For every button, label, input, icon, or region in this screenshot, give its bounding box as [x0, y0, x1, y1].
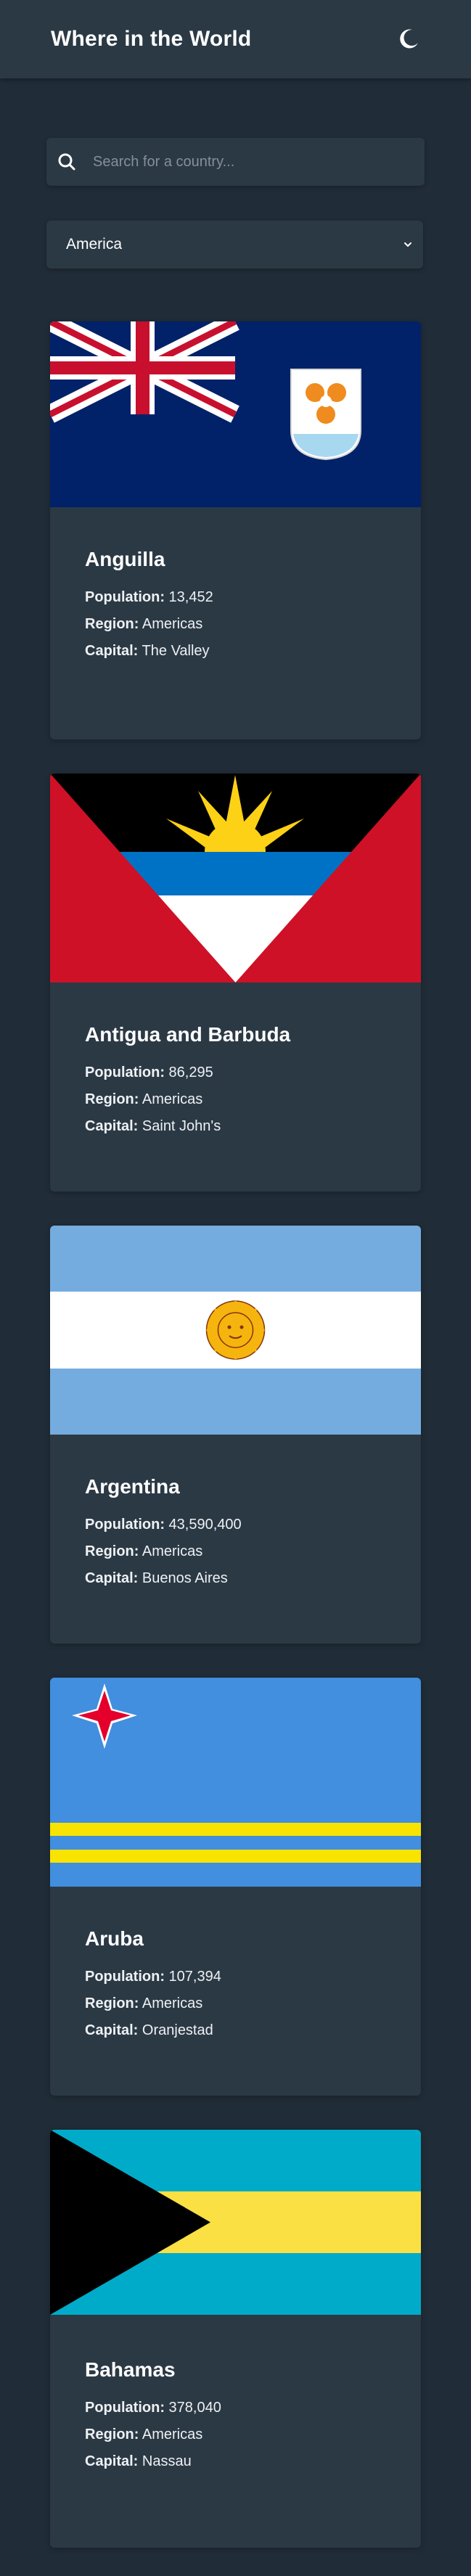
capital-row: Capital: Oranjestad: [85, 2017, 386, 2044]
region-label: Region:: [85, 1543, 139, 1559]
capital-row: Capital: Buenos Aires: [85, 1565, 386, 1592]
country-name: Aruba: [85, 1927, 144, 1950]
population-value: 86,295: [168, 1065, 213, 1080]
population-row: Population: 13,452: [85, 584, 386, 611]
capital-value: Nassau: [142, 2453, 192, 2469]
card-body: Bahamas Population: 378,040 Region: Amer…: [50, 2315, 421, 2475]
card-body: Antigua and Barbuda Population: 86,295 R…: [50, 983, 421, 1140]
population-label: Population:: [85, 1969, 165, 1985]
search-icon: [58, 153, 75, 171]
region-filter-value: America: [66, 236, 123, 253]
population-label: Population:: [85, 589, 165, 605]
population-row: Population: 86,295: [85, 1059, 386, 1086]
country-name: Argentina: [85, 1475, 180, 1498]
population-value: 378,040: [168, 2400, 221, 2416]
capital-value: Oranjestad: [142, 2022, 213, 2038]
capital-label: Capital:: [85, 1570, 139, 1586]
country-card[interactable]: Anguilla Population: 13,452 Region: Amer…: [50, 321, 421, 739]
region-label: Region:: [85, 1995, 139, 2011]
capital-row: Capital: Saint John's: [85, 1113, 386, 1140]
flag-aruba: [50, 1678, 421, 1887]
flag-argentina: [50, 1226, 421, 1435]
card-body: Argentina Population: 43,590,400 Region:…: [50, 1435, 421, 1592]
country-card[interactable]: Antigua and Barbuda Population: 86,295 R…: [50, 774, 421, 1191]
capital-label: Capital:: [85, 1118, 139, 1134]
capital-label: Capital:: [85, 643, 139, 659]
region-label: Region:: [85, 1091, 139, 1107]
region-value: Americas: [142, 616, 203, 632]
region-value: Americas: [142, 1995, 203, 2011]
search-bar[interactable]: [46, 138, 425, 186]
region-value: Americas: [142, 2427, 203, 2442]
region-label: Region:: [85, 2427, 139, 2442]
region-label: Region:: [85, 616, 139, 632]
flag-bahamas: [50, 2130, 421, 2315]
site-header: Where in the World: [0, 0, 471, 78]
chevron-down-icon: [404, 242, 411, 247]
capital-row: Capital: The Valley: [85, 638, 386, 665]
capital-value: Buenos Aires: [142, 1570, 228, 1586]
population-row: Population: 378,040: [85, 2395, 386, 2421]
region-value: Americas: [142, 1543, 203, 1559]
region-row: Region: Americas: [85, 2421, 386, 2448]
capital-label: Capital:: [85, 2022, 139, 2038]
population-label: Population:: [85, 1065, 165, 1080]
country-card[interactable]: Aruba Population: 107,394 Region: Americ…: [50, 1678, 421, 2096]
population-value: 13,452: [168, 589, 213, 605]
country-card[interactable]: Argentina Population: 43,590,400 Region:…: [50, 1226, 421, 1644]
flag-anguilla: [50, 321, 421, 507]
population-label: Population:: [85, 1517, 165, 1533]
capital-label: Capital:: [85, 2453, 139, 2469]
region-row: Region: Americas: [85, 611, 386, 638]
population-value: 43,590,400: [168, 1517, 242, 1533]
capital-value: Saint John's: [142, 1118, 221, 1134]
search-input[interactable]: [91, 152, 414, 171]
country-name: Bahamas: [85, 2358, 176, 2381]
moon-icon[interactable]: [397, 28, 420, 51]
card-body: Aruba Population: 107,394 Region: Americ…: [50, 1887, 421, 2044]
app-title: Where in the World: [51, 27, 252, 51]
capital-value: The Valley: [142, 643, 210, 659]
capital-row: Capital: Nassau: [85, 2448, 386, 2475]
country-name: Anguilla: [85, 548, 165, 570]
region-row: Region: Americas: [85, 1538, 386, 1565]
population-row: Population: 43,590,400: [85, 1511, 386, 1538]
population-value: 107,394: [168, 1969, 221, 1985]
population-row: Population: 107,394: [85, 1964, 386, 1990]
region-row: Region: Americas: [85, 1990, 386, 2017]
region-row: Region: Americas: [85, 1086, 386, 1113]
country-name: Antigua and Barbuda: [85, 1023, 291, 1046]
country-card[interactable]: Bahamas Population: 378,040 Region: Amer…: [50, 2130, 421, 2548]
flag-antigua-and-barbuda: [50, 774, 421, 983]
card-body: Anguilla Population: 13,452 Region: Amer…: [50, 507, 421, 665]
region-value: Americas: [142, 1091, 203, 1107]
population-label: Population:: [85, 2400, 165, 2416]
region-filter-select[interactable]: America: [46, 221, 423, 268]
